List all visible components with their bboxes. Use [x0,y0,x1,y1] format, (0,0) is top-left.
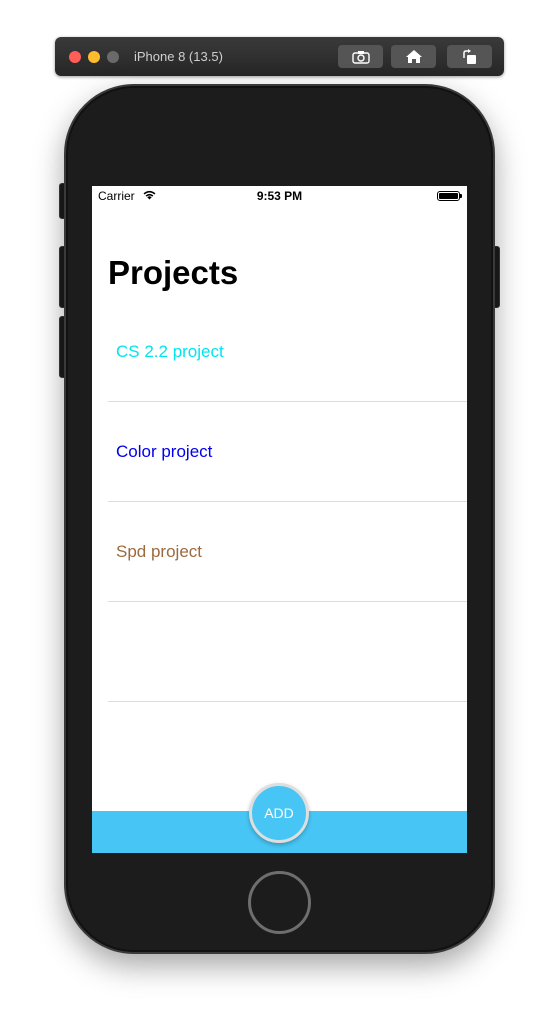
battery-icon [437,191,462,201]
status-bar: Carrier 9:53 PM [92,186,467,206]
project-name: Spd project [116,542,202,561]
app-screen: Carrier 9:53 PM Projects CS 2.2 project … [92,186,467,853]
project-row[interactable]: CS 2.2 project [108,302,467,402]
project-name: Color project [116,442,213,461]
minimize-window-button[interactable] [88,51,100,63]
rotate-button[interactable] [447,45,492,68]
project-row[interactable]: Color project [108,402,467,502]
add-project-button[interactable]: ADD [249,783,309,843]
clock: 9:53 PM [256,189,303,203]
screenshot-icon [351,50,370,64]
simulator-title: iPhone 8 (13.5) [134,49,223,64]
screenshot-button[interactable] [338,45,383,68]
empty-row [108,602,467,702]
home-icon [405,50,422,63]
simulator-title-bar: iPhone 8 (13.5) [55,37,504,76]
rotate-icon [462,48,476,64]
project-row[interactable]: Spd project [108,502,467,602]
zoom-window-button[interactable] [107,51,119,63]
add-button-label: ADD [264,805,294,821]
project-list: CS 2.2 project Color project Spd project [92,302,467,702]
close-window-button[interactable] [69,51,81,63]
page-title: Projects [108,254,239,291]
home-simulator-button[interactable] [391,45,436,68]
project-name: CS 2.2 project [116,342,224,361]
home-button[interactable] [248,871,311,934]
